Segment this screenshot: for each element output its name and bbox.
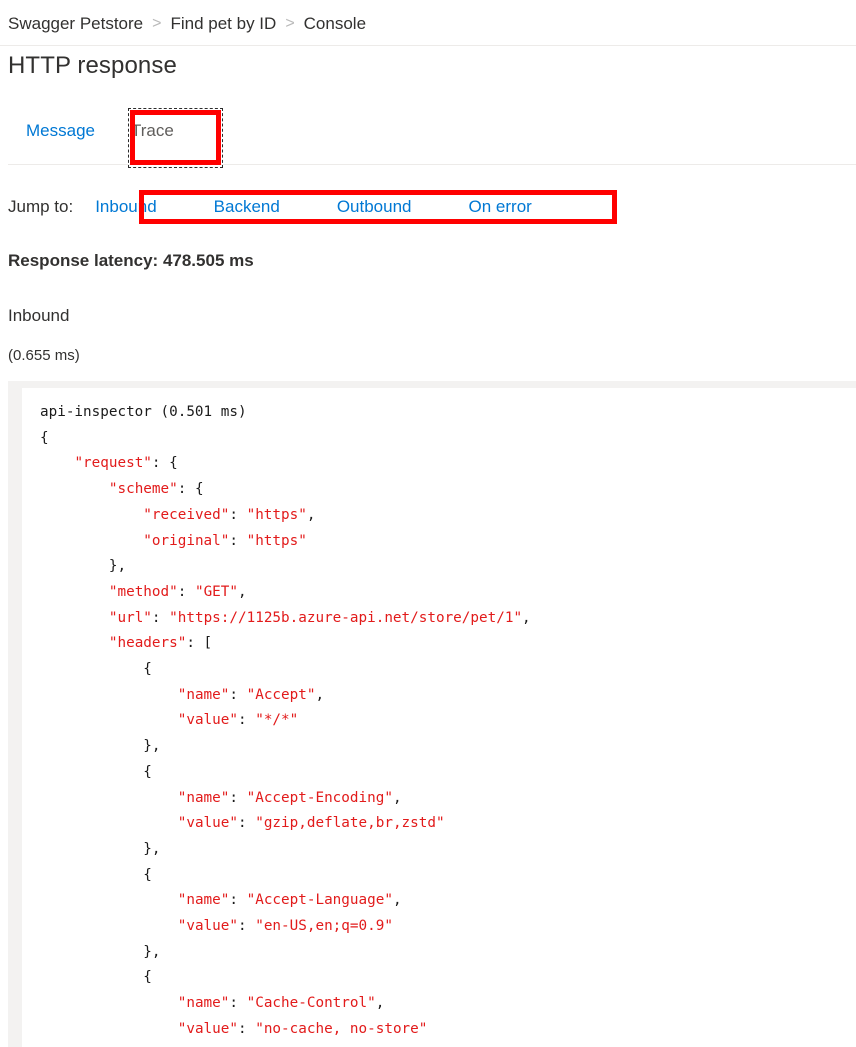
breadcrumb-item-api[interactable]: Swagger Petstore xyxy=(8,14,143,34)
tab-message[interactable]: Message xyxy=(8,112,113,153)
jump-link-on-error[interactable]: On error xyxy=(469,197,532,217)
trace-code-panel: api-inspector (0.501 ms) { "request": { … xyxy=(22,388,856,1047)
breadcrumb: Swagger Petstore > Find pet by ID > Cons… xyxy=(8,4,366,44)
jump-link-backend[interactable]: Backend xyxy=(214,197,280,217)
trace-code-block[interactable]: api-inspector (0.501 ms) { "request": { … xyxy=(8,381,856,1047)
tabs-divider xyxy=(8,164,856,165)
jump-link-inbound[interactable]: Inbound xyxy=(95,197,156,217)
breadcrumb-separator-icon: > xyxy=(152,15,161,33)
tab-trace[interactable]: Trace xyxy=(113,112,192,153)
http-response-console-page: Swagger Petstore > Find pet by ID > Cons… xyxy=(0,0,856,1047)
response-tabs: Message Trace xyxy=(8,112,192,164)
breadcrumb-item-operation[interactable]: Find pet by ID xyxy=(170,14,276,34)
header-divider xyxy=(0,45,856,46)
jump-to-links: Inbound Backend Outbound On error xyxy=(95,197,532,217)
breadcrumb-separator-icon: > xyxy=(285,15,294,33)
trace-json-content: api-inspector (0.501 ms) { "request": { … xyxy=(40,400,856,1047)
breadcrumb-item-console[interactable]: Console xyxy=(304,14,366,34)
page-title: HTTP response xyxy=(8,52,177,80)
section-title-inbound: Inbound xyxy=(8,306,69,326)
jump-to-label: Jump to: xyxy=(8,197,73,217)
jump-to-row: Jump to: Inbound Backend Outbound On err… xyxy=(8,190,532,224)
response-latency: Response latency: 478.505 ms xyxy=(8,251,254,271)
section-duration-inbound: (0.655 ms) xyxy=(8,347,80,364)
jump-link-outbound[interactable]: Outbound xyxy=(337,197,412,217)
